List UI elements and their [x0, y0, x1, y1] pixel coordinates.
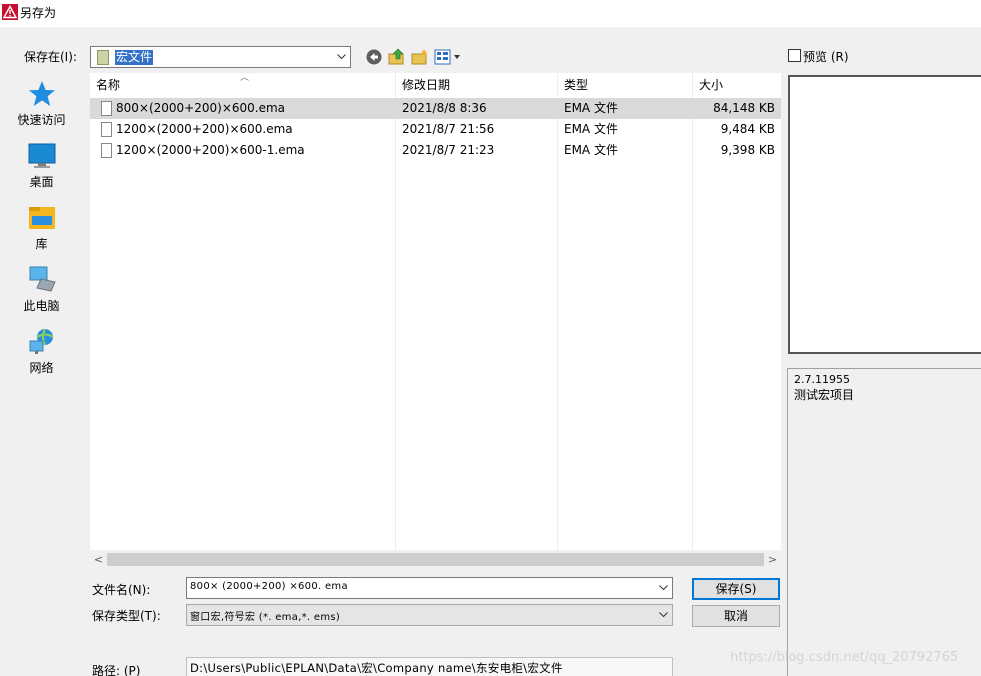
scroll-right-icon[interactable]: >: [764, 551, 781, 568]
file-modified: 2021/8/8 8:36: [402, 101, 487, 115]
quick-access-star-icon: [28, 81, 55, 106]
watermark: https://blog.csdn.net/qq_20792765: [730, 650, 959, 665]
preview-pane: [788, 75, 981, 354]
chevron-down-icon[interactable]: [654, 605, 672, 625]
column-header-modified[interactable]: 修改日期: [402, 73, 450, 97]
filetype-select[interactable]: 窗口宏,符号宏 (*. ema,*. ems): [186, 604, 673, 626]
file-modified: 2021/8/7 21:23: [402, 143, 495, 157]
cancel-button[interactable]: 取消: [692, 605, 780, 627]
file-name: 1200×(2000+200)×600-1.ema: [116, 143, 305, 157]
back-icon[interactable]: [365, 48, 383, 66]
file-size: 84,148 KB: [713, 101, 775, 115]
place-libraries[interactable]: 库: [0, 203, 83, 259]
horizontal-scrollbar[interactable]: < >: [90, 551, 781, 568]
file-modified: 2021/8/7 21:56: [402, 122, 495, 136]
column-header-size[interactable]: 大小: [699, 73, 723, 97]
preview-checkbox[interactable]: [788, 49, 801, 62]
eplan-warning-icon: [2, 4, 18, 20]
macro-description: 测试宏项目: [794, 388, 855, 402]
network-icon: [29, 328, 54, 354]
desktop-icon: [28, 143, 55, 168]
save-button[interactable]: 保存(S): [692, 578, 780, 600]
column-header-name[interactable]: 名称: [96, 73, 120, 97]
libraries-icon: [28, 207, 55, 229]
up-folder-icon[interactable]: [388, 48, 406, 66]
save-in-combobox[interactable]: 宏文件: [90, 46, 351, 68]
file-size: 9,398 KB: [720, 143, 775, 157]
file-type: EMA 文件: [564, 143, 618, 157]
filename-combobox[interactable]: 800× (2000+200) ×600. ema: [186, 577, 673, 599]
file-row[interactable]: 1200×(2000+200)×600.ema 2021/8/7 21:56 E…: [90, 119, 781, 140]
place-network[interactable]: 网络: [0, 327, 83, 383]
column-header-type[interactable]: 类型: [564, 73, 588, 97]
preview-checkbox-label[interactable]: 预览 (R): [803, 48, 849, 65]
filetype-value: 窗口宏,符号宏 (*. ema,*. ems): [190, 612, 341, 623]
save-in-label-text: 保存在(I):: [24, 50, 77, 64]
filetype-label: 保存类型(T):: [92, 609, 161, 623]
this-pc-icon: [29, 266, 56, 292]
macro-version: 2.7.11955: [794, 373, 850, 386]
path-label: 路径: (P): [92, 664, 141, 676]
chevron-down-icon[interactable]: [332, 47, 350, 67]
place-label: 此电脑: [23, 299, 60, 313]
place-label: 快速访问: [17, 113, 66, 127]
file-list[interactable]: ︿ 名称 修改日期 类型 大小 800×(2000+200)×600.ema 2…: [90, 73, 781, 550]
place-quick-access[interactable]: 快速访问: [0, 79, 83, 135]
title-bar: 另存为: [0, 0, 981, 27]
file-icon: [101, 101, 112, 116]
file-icon: [101, 122, 112, 137]
filename-value: 800× (2000+200) ×600. ema: [190, 581, 348, 592]
file-type: EMA 文件: [564, 101, 618, 115]
place-label: 库: [35, 237, 48, 251]
view-menu-icon[interactable]: [434, 48, 462, 66]
sort-ascending-icon: ︿: [240, 73, 250, 83]
file-name: 1200×(2000+200)×600.ema: [116, 122, 293, 136]
new-folder-icon[interactable]: [411, 48, 429, 66]
file-name: 800×(2000+200)×600.ema: [116, 101, 286, 115]
file-type: EMA 文件: [564, 122, 618, 136]
folder-icon: [97, 50, 109, 65]
scrollbar-thumb[interactable]: [107, 553, 764, 566]
filename-label: 文件名(N):: [92, 583, 151, 597]
path-field: D:\Users\Public\EPLAN\Data\宏\Company nam…: [186, 657, 673, 676]
place-desktop[interactable]: 桌面: [0, 141, 83, 197]
path-value: D:\Users\Public\EPLAN\Data\宏\Company nam…: [190, 661, 563, 675]
macro-info-panel: 2.7.11955 测试宏项目: [787, 368, 981, 676]
file-row[interactable]: 1200×(2000+200)×600-1.ema 2021/8/7 21:23…: [90, 140, 781, 161]
file-row[interactable]: 800×(2000+200)×600.ema 2021/8/8 8:36 EMA…: [90, 98, 781, 119]
chevron-down-icon[interactable]: [654, 578, 672, 598]
places-bar: 快速访问 桌面 库 此电脑 网络: [0, 71, 83, 641]
place-this-pc[interactable]: 此电脑: [0, 265, 83, 321]
file-icon: [101, 143, 112, 158]
current-folder-text: 宏文件: [115, 50, 154, 65]
place-label: 网络: [29, 361, 54, 375]
file-size: 9,484 KB: [720, 122, 775, 136]
place-label: 桌面: [29, 175, 54, 189]
window-title: 另存为: [20, 6, 57, 20]
scroll-left-icon[interactable]: <: [90, 551, 107, 568]
